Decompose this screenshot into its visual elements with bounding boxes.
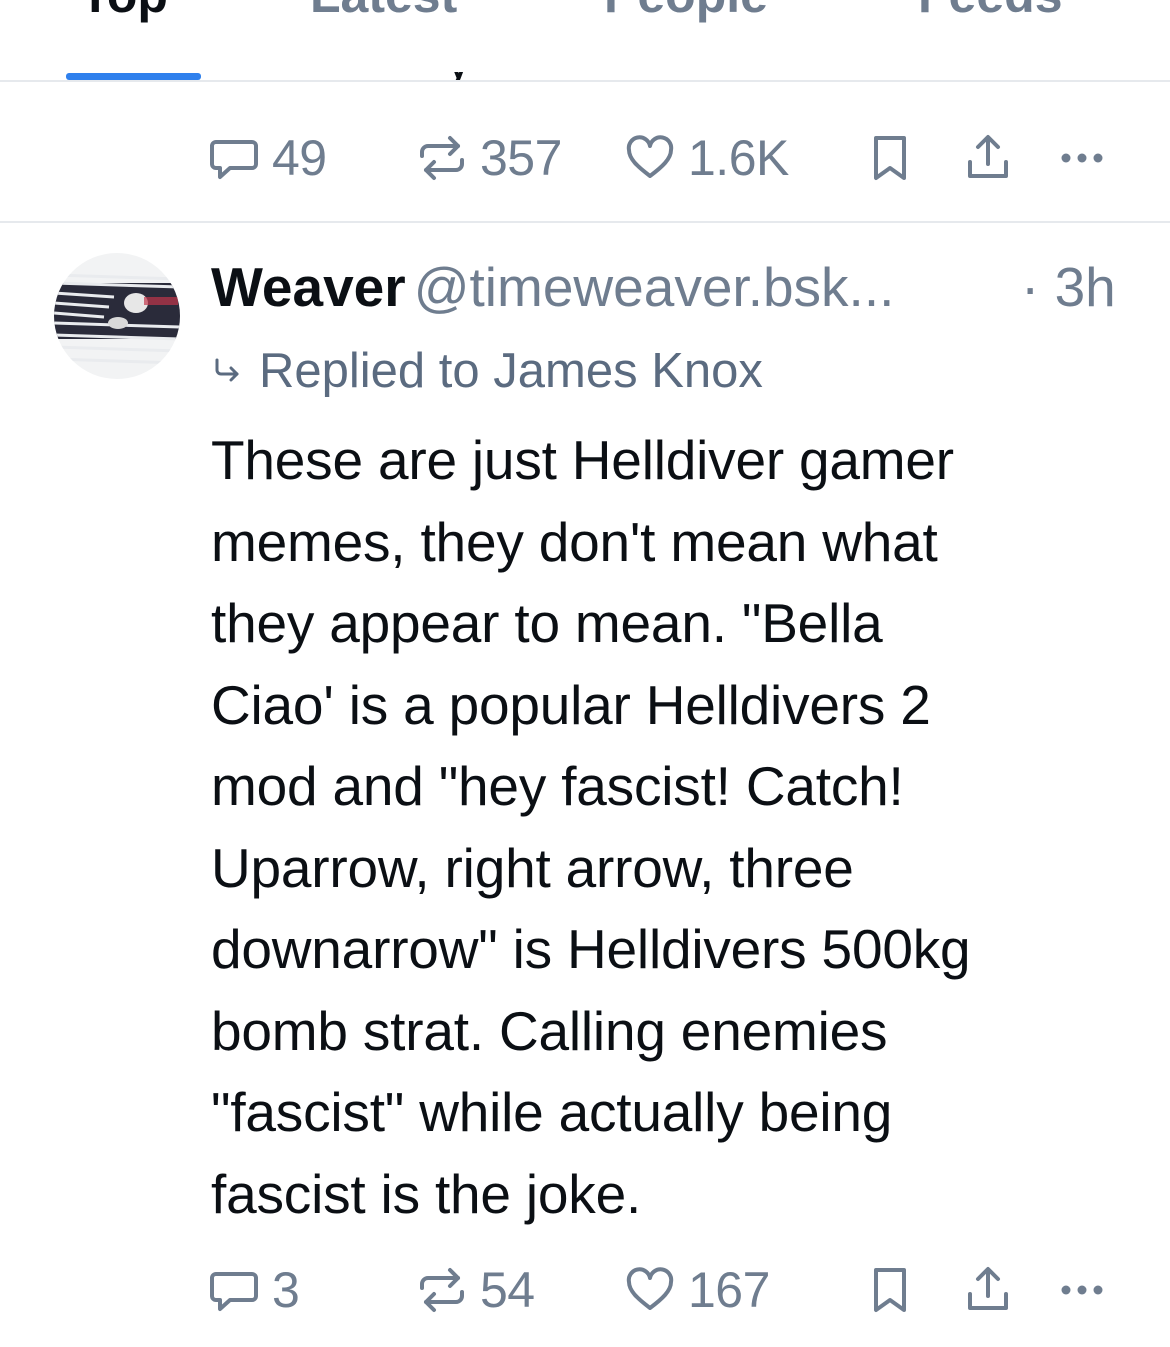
speech-bubble-icon (210, 140, 258, 179)
more-options-button[interactable] (1056, 128, 1108, 188)
repost-button[interactable]: 357 (416, 128, 562, 188)
bookmark-button[interactable] (868, 1260, 912, 1320)
heart-icon (626, 1267, 674, 1310)
share-button[interactable] (964, 1260, 1012, 1320)
search-tab-bar: Top Latest People Feeds y (0, 0, 1170, 82)
reply-context[interactable]: Replied to James Knox (211, 338, 763, 404)
post-body-text: These are just Helldiver gamer memes, th… (211, 429, 971, 1225)
author-handle[interactable]: @timeweaver.bsk... (414, 256, 895, 318)
bookmark-icon (874, 1268, 906, 1312)
speech-bubble-icon (210, 1272, 258, 1311)
repost-count: 54 (480, 1262, 535, 1318)
post-action-bar: 3 54 167 (208, 1260, 1128, 1320)
heart-icon (626, 135, 674, 178)
share-upload-icon (968, 1267, 1008, 1310)
bookmark-button[interactable] (868, 128, 912, 188)
repost-button[interactable]: 54 (416, 1260, 535, 1320)
share-upload-icon (968, 135, 1008, 178)
like-button[interactable]: 167 (624, 1260, 770, 1320)
repost-arrows-icon (420, 136, 464, 180)
tab-people[interactable]: People (604, 0, 768, 24)
previous-post-action-bar: 49 357 1.6K (208, 128, 1128, 188)
reply-button[interactable]: 3 (208, 1260, 300, 1320)
reply-arrow-icon (215, 358, 239, 382)
post-timestamp[interactable]: · 3h (1021, 252, 1116, 322)
reply-count: 3 (272, 1262, 300, 1318)
share-button[interactable] (964, 128, 1012, 188)
ellipsis-icon (1061, 153, 1103, 163)
tab-top[interactable]: Top (80, 0, 168, 24)
avatar[interactable] (54, 253, 180, 379)
more-options-button[interactable] (1056, 1260, 1108, 1320)
bookmark-icon (874, 136, 906, 180)
active-tab-indicator (66, 73, 201, 80)
tab-latest[interactable]: Latest (310, 0, 457, 24)
post-divider (0, 221, 1170, 223)
previous-post-text-fragment: y (446, 72, 464, 80)
reply-count: 49 (272, 130, 327, 186)
reply-button[interactable]: 49 (208, 128, 327, 188)
author-display-name[interactable]: Weaver (211, 256, 406, 318)
tab-feeds[interactable]: Feeds (918, 0, 1063, 24)
like-count: 167 (688, 1262, 770, 1318)
reply-context-label: Replied to James Knox (259, 344, 763, 398)
repost-arrows-icon (420, 1268, 464, 1312)
post-header: Weaver @timeweaver.bsk... · 3h (211, 252, 1141, 322)
ellipsis-icon (1061, 1285, 1103, 1295)
repost-count: 357 (480, 130, 562, 186)
like-count: 1.6K (688, 130, 789, 186)
like-button[interactable]: 1.6K (624, 128, 789, 188)
